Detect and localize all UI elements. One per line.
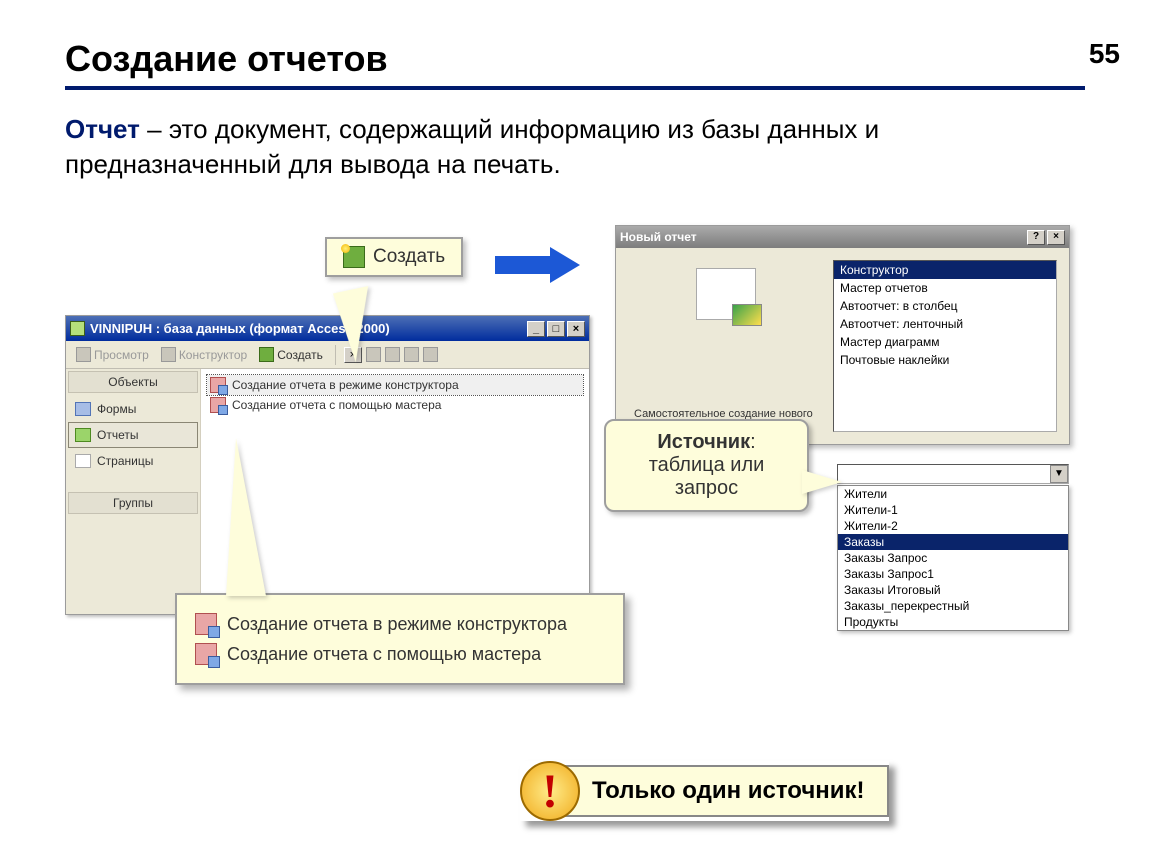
report-wizard-icon — [210, 397, 226, 413]
list-item[interactable]: Создание отчета в режиме конструктора — [207, 375, 583, 395]
source-option[interactable]: Заказы — [838, 534, 1068, 550]
dialog-titlebar: Новый отчет ? × — [616, 226, 1069, 248]
report-type-option[interactable]: Мастер диаграмм — [834, 333, 1056, 351]
preview-button[interactable]: Просмотр — [72, 345, 153, 364]
create-callout-icon — [343, 246, 365, 268]
list-item[interactable]: Создание отчета с помощью мастера — [207, 395, 583, 415]
source-callout: Источник: таблица или запрос — [604, 419, 809, 512]
definition-text: Отчет – это документ, содержащий информа… — [65, 112, 1085, 182]
forms-icon — [75, 402, 91, 416]
create-icon — [259, 347, 274, 362]
zoom-callout: Создание отчета в режиме конструктора Со… — [175, 593, 625, 685]
create-callout: Создать — [325, 237, 463, 277]
source-option[interactable]: Заказы_перекрестный — [838, 598, 1068, 614]
db-sidebar: Объекты Формы Отчеты Страницы Группы — [66, 369, 201, 614]
chevron-down-icon[interactable]: ▼ — [1050, 465, 1068, 483]
report-wizard-icon — [195, 613, 217, 635]
db-app-icon — [70, 321, 85, 336]
design-button[interactable]: Конструктор — [157, 345, 251, 364]
zoom-row: Создание отчета в режиме конструктора — [195, 609, 605, 639]
report-type-option[interactable]: Конструктор — [834, 261, 1056, 279]
source-option[interactable]: Продукты — [838, 614, 1068, 630]
sidebar-item-forms[interactable]: Формы — [68, 396, 198, 422]
create-callout-label: Создать — [373, 246, 445, 268]
dialog-title: Новый отчет — [620, 230, 697, 244]
reports-icon — [75, 428, 91, 442]
db-toolbar: Просмотр Конструктор Создать × — [66, 341, 589, 369]
new-report-dialog: Новый отчет ? × Самостоятельное создание… — [615, 225, 1070, 445]
alert-box: ! Только один источник! — [520, 761, 889, 821]
view-small-icon[interactable] — [385, 347, 400, 362]
zoom-callout-tail — [226, 438, 266, 596]
database-window: VINNIPUH : база данных (формат Access 20… — [65, 315, 590, 615]
pages-icon — [75, 454, 91, 468]
help-button[interactable]: ? — [1027, 230, 1045, 245]
source-option[interactable]: Заказы Итоговый — [838, 582, 1068, 598]
definition-body: – это документ, содержащий информацию из… — [65, 114, 879, 179]
create-button[interactable]: Создать — [255, 345, 327, 364]
sidebar-header-objects[interactable]: Объекты — [68, 371, 198, 393]
view-details-icon[interactable] — [423, 347, 438, 362]
maximize-button[interactable]: □ — [547, 321, 565, 337]
source-option[interactable]: Заказы Запрос — [838, 550, 1068, 566]
report-type-list[interactable]: Конструктор Мастер отчетов Автоотчет: в … — [833, 260, 1057, 432]
db-titlebar: VINNIPUH : база данных (формат Access 20… — [66, 316, 589, 341]
title-rule — [65, 86, 1085, 90]
exclamation-icon: ! — [520, 761, 580, 821]
source-option[interactable]: Жители-1 — [838, 502, 1068, 518]
preview-icon — [76, 347, 91, 362]
report-type-option[interactable]: Автоотчет: ленточный — [834, 315, 1056, 333]
page-number: 55 — [1089, 38, 1120, 70]
source-option[interactable]: Жители-2 — [838, 518, 1068, 534]
source-option[interactable]: Заказы Запрос1 — [838, 566, 1068, 582]
flow-arrow-icon — [495, 247, 585, 283]
view-list-icon[interactable] — [404, 347, 419, 362]
sidebar-header-groups[interactable]: Группы — [68, 492, 198, 514]
source-dropdown-list[interactable]: ЖителиЖители-1Жители-2ЗаказыЗаказы Запро… — [837, 485, 1069, 631]
dialog-close-button[interactable]: × — [1047, 230, 1065, 245]
source-callout-desc: таблица или запрос — [649, 454, 765, 499]
design-icon — [161, 347, 176, 362]
report-type-option[interactable]: Автоотчет: в столбец — [834, 297, 1056, 315]
source-combobox[interactable]: ▼ — [837, 464, 1069, 484]
source-callout-label: Источник — [657, 431, 750, 453]
report-type-option[interactable]: Мастер отчетов — [834, 279, 1056, 297]
sidebar-item-pages[interactable]: Страницы — [68, 448, 198, 474]
page-title: Создание отчетов — [65, 38, 1085, 80]
zoom-row: Создание отчета с помощью мастера — [195, 639, 605, 669]
dialog-preview-icon — [696, 268, 756, 320]
report-wizard-icon — [195, 643, 217, 665]
close-button[interactable]: × — [567, 321, 585, 337]
minimize-button[interactable]: _ — [527, 321, 545, 337]
report-type-option[interactable]: Почтовые наклейки — [834, 351, 1056, 369]
sidebar-item-reports[interactable]: Отчеты — [68, 422, 198, 448]
source-option[interactable]: Жители — [838, 486, 1068, 502]
alert-text: Только один источник! — [552, 765, 889, 817]
definition-term: Отчет — [65, 114, 140, 144]
source-callout-tail — [802, 470, 842, 494]
report-wizard-icon — [210, 377, 226, 393]
